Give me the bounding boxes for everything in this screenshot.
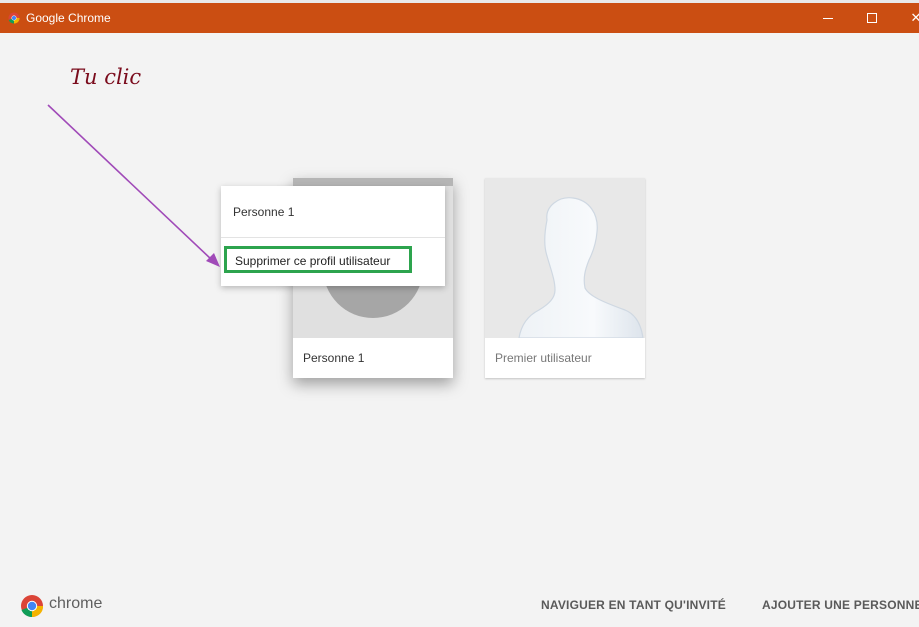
delete-profile-label: Supprimer ce profil utilisateur: [235, 254, 391, 268]
default-avatar-icon: [518, 197, 644, 338]
maximize-icon: [867, 13, 877, 23]
profile-avatar: [485, 178, 645, 338]
add-person-button[interactable]: AJOUTER UNE PERSONNE: [762, 598, 919, 612]
close-icon: ✕: [910, 10, 919, 25]
window-title: Google Chrome: [26, 11, 111, 25]
profile-manager: Tu clic Personne 1 Premier utilisateur P…: [0, 33, 919, 627]
profile-name-area: Premier utilisateur: [485, 338, 645, 378]
chrome-logo-icon: [21, 595, 44, 618]
minimize-icon: [823, 18, 833, 19]
annotation-text: Tu clic: [70, 65, 142, 89]
profile-name: Premier utilisateur: [495, 351, 592, 365]
profile-name: Personne 1: [303, 351, 365, 365]
avatar-band: [293, 178, 453, 186]
profile-name-area: Personne 1: [293, 338, 453, 378]
delete-profile-menu-item[interactable]: Supprimer ce profil utilisateur: [224, 246, 412, 273]
menu-divider: [221, 237, 445, 238]
browse-as-guest-button[interactable]: NAVIGUER EN TANT QU'INVITÉ: [541, 598, 726, 612]
profile-card-premier-utilisateur[interactable]: Premier utilisateur: [485, 178, 645, 378]
profile-context-menu: Personne 1 Supprimer ce profil utilisate…: [221, 186, 445, 286]
window-titlebar: Google Chrome ✕: [0, 3, 919, 33]
chrome-brand-text: chrome: [49, 595, 103, 612]
chrome-logo-icon: [8, 12, 20, 24]
menu-profile-title: Personne 1: [233, 205, 295, 219]
maximize-button[interactable]: [862, 8, 882, 28]
minimize-button[interactable]: [818, 8, 838, 28]
close-button[interactable]: ✕: [906, 8, 919, 28]
annotation-arrow: [47, 104, 220, 267]
